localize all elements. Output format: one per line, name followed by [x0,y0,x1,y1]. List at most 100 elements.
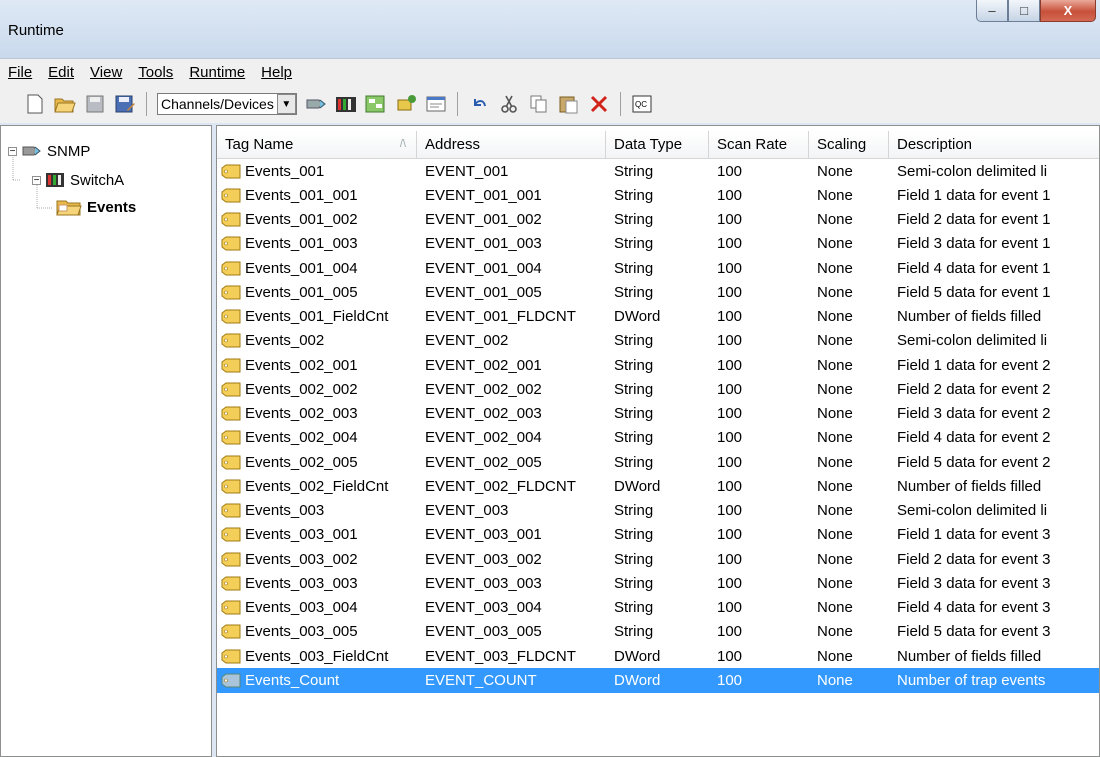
menu-file[interactable]: File [0,64,40,81]
cell-text: None [817,186,853,204]
copy-button[interactable] [528,93,550,115]
table-row[interactable]: Events_003_003 EVENT_003_003 String 100 None… [217,571,1099,595]
cell-text: Events_002_003 [245,405,358,423]
save-as-button[interactable] [114,93,136,115]
toolbar-separator [619,92,621,116]
table-cell: 100 [709,308,809,325]
table-cell: None [809,308,889,325]
cell-text: Events_003_005 [245,623,358,641]
table-cell: EVENT_001_003 [417,235,606,252]
new-tag-button[interactable] [395,93,417,115]
table-row[interactable]: Events_002_001 EVENT_002_001 String 100 None… [217,353,1099,377]
table-cell: 100 [709,260,809,277]
delete-button[interactable] [588,93,610,115]
channel-icon [22,146,41,156]
menu-runtime[interactable]: Runtime [181,64,253,81]
tree-node-snmp[interactable]: − SNMP [8,142,90,160]
table-row[interactable]: Events_003_004 EVENT_003_004 String 100 None… [217,596,1099,620]
cell-text: 100 [717,623,743,641]
table-row[interactable]: Events_002_FieldCnt EVENT_002_FLDCNT DWord… [217,474,1099,498]
column-label: Scan Rate [717,136,788,153]
title-bar[interactable]: Runtime – □ X [0,0,1100,58]
save-button[interactable] [84,93,106,115]
table-cell: String [606,381,709,398]
table-row[interactable]: Events_001_004 EVENT_001_004 String 100 None… [217,256,1099,280]
table-cell: EVENT_003_FLDCNT [417,648,606,665]
table-cell: Number of trap events [889,672,1099,689]
close-button[interactable]: X [1040,0,1096,22]
paste-button[interactable] [558,93,580,115]
table-row[interactable]: Events_001_FieldCnt EVENT_001_FLDCNT DWord… [217,305,1099,329]
minimize-button[interactable]: – [976,0,1008,22]
column-header-scan-rate[interactable]: Scan Rate [709,131,809,158]
collapse-icon[interactable]: − [8,146,17,156]
menu-view[interactable]: View [82,64,130,81]
table-row[interactable]: Events_003 EVENT_003 String 100 None Semi-col… [217,499,1099,523]
column-header-tag-name[interactable]: Tag Name /\ [217,131,417,158]
dropdown-arrow-icon[interactable]: ▼ [276,94,296,114]
undo-button[interactable] [468,93,490,115]
menu-edit[interactable]: Edit [40,64,82,81]
table-row[interactable]: Events_003_001 EVENT_003_001 String 100 None… [217,523,1099,547]
column-header-address[interactable]: Address [417,131,606,158]
table-row[interactable]: Events_001_005 EVENT_001_005 String 100 None… [217,280,1099,304]
table-cell: Events_003_003 [217,575,417,592]
table-cell: Events_003_004 [217,599,417,616]
new-button[interactable] [24,93,46,115]
menu-help[interactable]: Help [253,64,300,81]
cell-text: Field 5 data for event 3 [897,623,1051,641]
table-cell: Semi-colon delimited li [889,332,1099,349]
column-header-scaling[interactable]: Scaling [809,131,889,158]
maximize-button[interactable]: □ [1008,0,1040,22]
table-cell: String [606,332,709,349]
table-cell: Events_001_005 [217,284,417,301]
cut-button[interactable] [498,93,520,115]
table-row[interactable]: Events_002_005 EVENT_002_005 String 100 None… [217,450,1099,474]
column-header-description[interactable]: Description [889,131,1099,158]
table-cell: String [606,429,709,446]
cell-text: EVENT_003_001 [425,526,542,544]
table-cell: String [606,284,709,301]
cell-text: Field 5 data for event 2 [897,453,1051,471]
column-header-data-type[interactable]: Data Type [606,131,709,158]
table-cell: Field 5 data for event 2 [889,453,1099,471]
collapse-icon[interactable]: − [32,175,41,185]
cell-text: EVENT_003 [425,502,509,520]
view-selector[interactable]: Channels/Devices ▼ [157,93,297,115]
table-row[interactable]: Events_003_002 EVENT_003_002 String 100 None… [217,547,1099,571]
table-cell: None [809,211,889,228]
table-row[interactable]: Events_001_002 EVENT_001_002 String 100 None… [217,208,1099,232]
table-row[interactable]: Events_002_004 EVENT_002_004 String 100 None… [217,426,1099,450]
cell-text: 100 [717,671,743,689]
table-cell: Field 4 data for event 2 [889,429,1099,446]
menu-tools[interactable]: Tools [130,64,181,81]
table-row[interactable]: Events_001_001 EVENT_001_001 String 100 None… [217,183,1099,207]
cell-text: EVENT_003_005 [425,623,542,641]
table-row[interactable]: Events_003_FieldCnt EVENT_003_FLDCNT DWord… [217,644,1099,668]
new-channel-button[interactable] [305,93,327,115]
table-row[interactable]: Events_001_003 EVENT_001_003 String 100 None… [217,232,1099,256]
table-cell: Semi-colon delimited li [889,163,1099,180]
table-row[interactable]: Events_003_005 EVENT_003_005 String 100 None… [217,620,1099,644]
table-row[interactable]: Events_002 EVENT_002 String 100 None Semi-col… [217,329,1099,353]
table-row[interactable]: Events_002_002 EVENT_002_002 String 100 None… [217,377,1099,401]
table-cell: Semi-colon delimited li [889,502,1099,519]
table-cell: 100 [709,526,809,543]
cell-text: Events_003_FieldCnt [245,647,389,665]
properties-button[interactable] [425,93,447,115]
tree-node-switcha[interactable]: − SwitchA [32,171,124,189]
tree-node-events[interactable]: Events [55,197,136,217]
quick-client-button[interactable]: QC [631,93,653,115]
new-tag-group-button[interactable] [365,93,387,115]
table-cell: Field 5 data for event 3 [889,623,1099,641]
table-cell: EVENT_002_001 [417,357,606,374]
new-device-button[interactable] [335,93,357,115]
table-cell: String [606,551,709,568]
cell-text: 100 [717,356,743,374]
table-row[interactable]: Events_Count EVENT_COUNT DWord 100 None Numbe… [217,668,1099,693]
open-button[interactable] [54,93,76,115]
table-row[interactable]: Events_002_003 EVENT_002_003 String 100 None… [217,402,1099,426]
table-row[interactable]: Events_001 EVENT_001 String 100 None Semi-col… [217,159,1099,183]
cell-text: Field 4 data for event 3 [897,599,1051,617]
table-cell: EVENT_001_001 [417,187,606,204]
